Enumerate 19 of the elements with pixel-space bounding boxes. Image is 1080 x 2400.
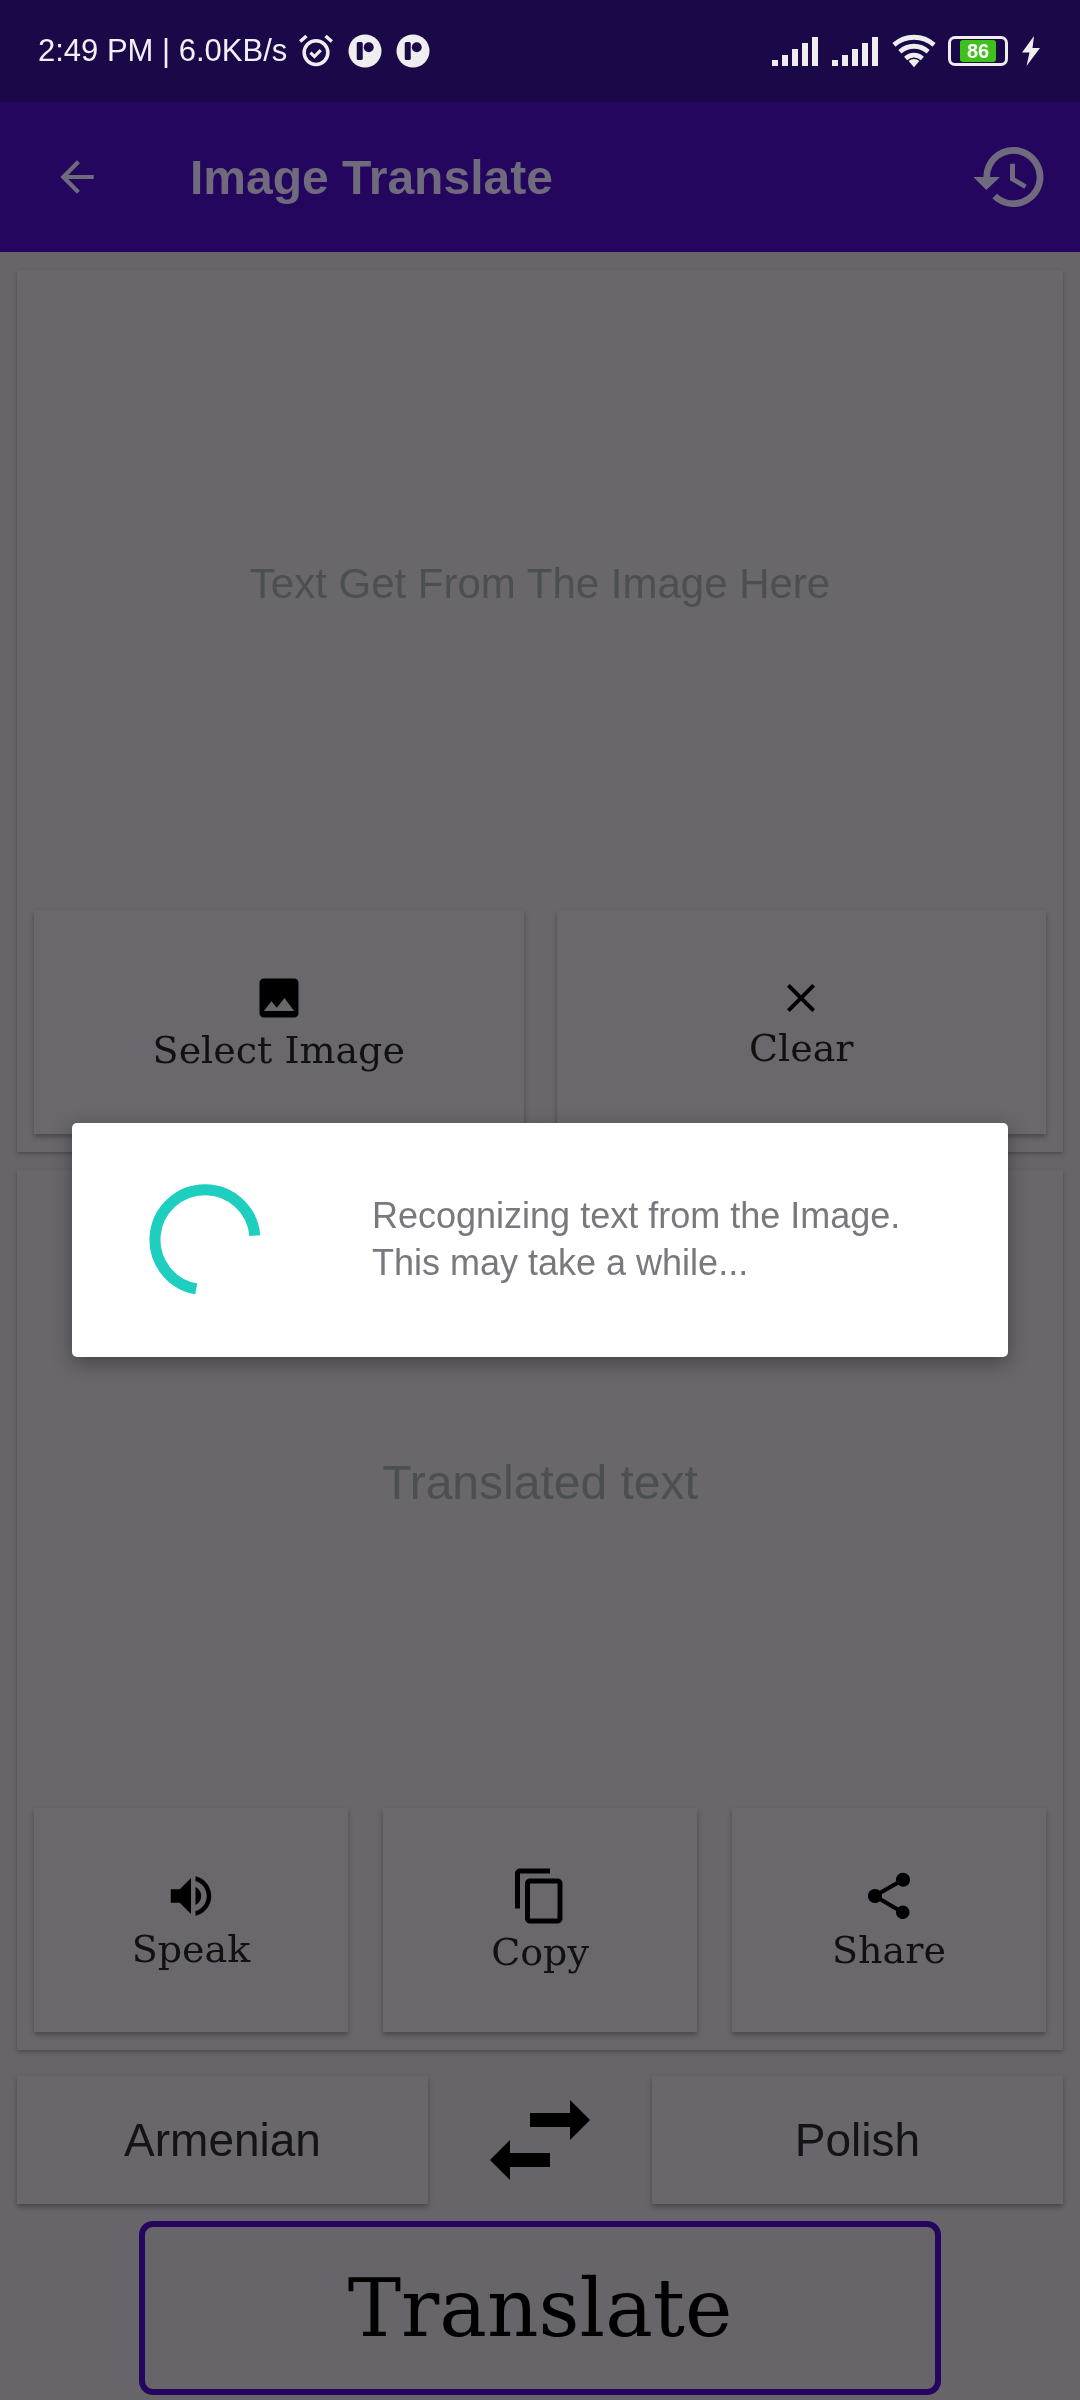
clear-button[interactable]: Clear [556, 910, 1046, 1134]
wifi-icon [892, 33, 936, 69]
signal-icon [772, 36, 820, 66]
app-title: Image Translate [190, 149, 554, 205]
app-circle-icon [395, 33, 432, 69]
target-language-button[interactable]: Polish [652, 2076, 1063, 2204]
select-image-button[interactable]: Select Image [34, 910, 524, 1134]
source-language-button[interactable]: Armenian [17, 2076, 428, 2204]
translate-button[interactable]: Translate [139, 2221, 941, 2395]
dialog-message: Recognizing text from the Image. This may take a while... [372, 1194, 901, 1285]
swap-arrows-icon [490, 2100, 590, 2180]
battery-indicator: 86 [948, 36, 1008, 66]
speak-button[interactable]: Speak [34, 1808, 348, 2032]
share-button[interactable]: Share [732, 1808, 1046, 2032]
charging-bolt-icon [1022, 36, 1040, 66]
status-time: 2:49 PM | 6.0KB/s [38, 33, 288, 69]
app-circle-icon [347, 33, 384, 69]
copy-button[interactable]: Copy [383, 1808, 697, 2032]
signal-icon [832, 36, 880, 66]
